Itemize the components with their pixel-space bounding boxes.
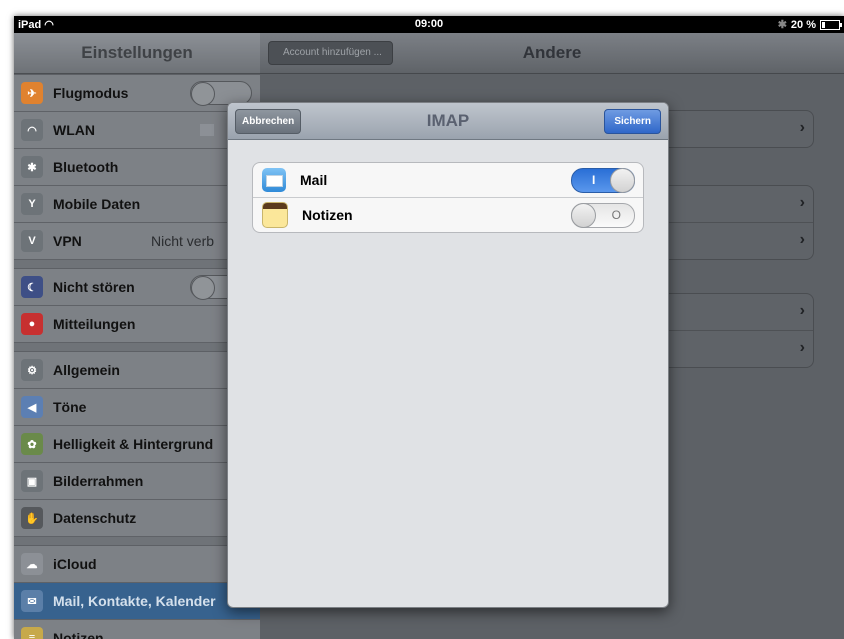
notes-sync-row: Notizen O bbox=[253, 197, 643, 232]
sidebar-item[interactable]: ✉ Mail, Kontakte, Kalender bbox=[14, 583, 260, 620]
sidebar-item-label: Allgemein bbox=[53, 362, 120, 378]
vpn-icon: V bbox=[21, 230, 43, 252]
sidebar-item[interactable]: ☾ Nicht stören bbox=[14, 269, 260, 306]
sidebar-item[interactable]: ▣ Bilderrahmen bbox=[14, 463, 260, 500]
sidebar-item-value: Nicht verb bbox=[151, 233, 215, 249]
sidebar-item[interactable]: V VPN Nicht verb bbox=[14, 223, 260, 260]
sidebar-item[interactable]: ◀ Töne bbox=[14, 389, 260, 426]
sidebar-item[interactable]: ◠ WLAN bbox=[14, 112, 260, 149]
sidebar-item[interactable]: ⚙ Allgemein bbox=[14, 352, 260, 389]
group-separator bbox=[14, 343, 260, 351]
group-separator bbox=[14, 537, 260, 545]
clock: 09:00 bbox=[414, 18, 444, 30]
gear-icon: ⚙ bbox=[21, 359, 43, 381]
mail-icon: ✉ bbox=[21, 590, 43, 612]
chevron-right-icon: › bbox=[799, 339, 805, 356]
mail-sync-row: Mail I bbox=[253, 163, 643, 197]
cloud-icon: ☁ bbox=[21, 553, 43, 575]
group-separator bbox=[14, 260, 260, 268]
hand-icon: ✋ bbox=[21, 507, 43, 529]
airplane-icon: ✈ bbox=[21, 82, 43, 104]
settings-group: ⚙ Allgemein ◀ Töne ✿ Helligkeit & Hintergrund… bbox=[14, 351, 260, 537]
settings-sidebar: Einstellungen ✈ Flugmodus ◠ WLAN ✱ Bluetooth Y… bbox=[14, 33, 260, 639]
modal-navbar: Abbrechen IMAP Sichern bbox=[228, 103, 668, 140]
chevron-right-icon: › bbox=[799, 302, 805, 319]
toggle-knob bbox=[571, 202, 596, 228]
sidebar-item[interactable]: ≡ Notizen bbox=[14, 620, 260, 639]
sidebar-item-label: Mail, Kontakte, Kalender bbox=[53, 593, 216, 609]
wifi-icon: ◠ bbox=[21, 119, 43, 141]
chevron-right-icon: › bbox=[799, 119, 805, 136]
notes-icon bbox=[262, 202, 288, 228]
toggle-on-mark: I bbox=[592, 172, 596, 187]
sidebar-item[interactable]: Y Mobile Daten bbox=[14, 186, 260, 223]
toggle-off-mark: O bbox=[611, 207, 621, 222]
settings-group: ☾ Nicht stören ● Mitteilungen bbox=[14, 268, 260, 343]
moon-icon: ☾ bbox=[21, 276, 43, 298]
sidebar-item[interactable]: ● Mitteilungen bbox=[14, 306, 260, 343]
sidebar-item-label: iCloud bbox=[53, 556, 97, 572]
bluetooth-icon: ✱ bbox=[21, 156, 43, 178]
antenna-icon: Y bbox=[21, 193, 43, 215]
sidebar-item[interactable]: ✈ Flugmodus bbox=[14, 75, 260, 112]
speaker-icon: ◀ bbox=[21, 396, 43, 418]
settings-group: ✈ Flugmodus ◠ WLAN ✱ Bluetooth Y Mobile Daten V V… bbox=[14, 74, 260, 260]
sidebar-item[interactable]: ✋ Datenschutz bbox=[14, 500, 260, 537]
sync-options-group: Mail I Notizen O bbox=[252, 162, 644, 233]
chevron-right-icon: › bbox=[799, 231, 805, 248]
mail-sync-label: Mail bbox=[300, 172, 328, 188]
sidebar-item-label: Töne bbox=[53, 399, 87, 415]
ipad-screen: iPad ◠ 09:00 ✱ 20 % Einstellungen ✈ Flugm… bbox=[14, 16, 844, 639]
notes-sync-toggle[interactable]: O bbox=[571, 202, 635, 228]
battery-icon bbox=[820, 19, 842, 30]
sidebar-title: Einstellungen bbox=[14, 33, 260, 74]
settings-list: ✈ Flugmodus ◠ WLAN ✱ Bluetooth Y Mobile Daten V V… bbox=[14, 74, 260, 639]
detail-navbar: Account hinzufügen ... Andere bbox=[260, 33, 844, 74]
notes-sync-label: Notizen bbox=[302, 207, 353, 223]
picture-frame-icon: ▣ bbox=[21, 470, 43, 492]
chevron-right-icon: › bbox=[799, 194, 805, 211]
bluetooth-icon: ✱ bbox=[777, 19, 787, 31]
notes-icon: ≡ bbox=[21, 627, 43, 639]
sidebar-item-label: Bluetooth bbox=[53, 159, 119, 175]
sidebar-item-label: VPN bbox=[53, 233, 82, 249]
detail-title: Andere bbox=[522, 43, 582, 62]
sidebar-item-label: Bilderrahmen bbox=[53, 473, 144, 489]
notification-icon: ● bbox=[21, 313, 43, 335]
sidebar-item[interactable]: ✿ Helligkeit & Hintergrund bbox=[14, 426, 260, 463]
modal-title: IMAP bbox=[426, 111, 470, 130]
flower-icon: ✿ bbox=[21, 433, 43, 455]
mail-sync-toggle[interactable]: I bbox=[571, 167, 635, 193]
sidebar-item-label: Notizen bbox=[53, 630, 104, 639]
sidebar-item-label: Nicht stören bbox=[53, 279, 135, 295]
sidebar-item-label: Mitteilungen bbox=[53, 316, 136, 332]
sidebar-item-label: WLAN bbox=[53, 122, 95, 138]
sidebar-item-label: Mobile Daten bbox=[53, 196, 141, 212]
sidebar-item[interactable]: ☁ iCloud bbox=[14, 546, 260, 583]
sidebar-item-label: Datenschutz bbox=[53, 510, 137, 526]
battery-percent: 20 % bbox=[790, 18, 816, 31]
mail-icon bbox=[262, 168, 286, 192]
imap-modal: Abbrechen IMAP Sichern Mail I Notizen O bbox=[227, 102, 669, 608]
wlan-value-obscured bbox=[200, 124, 214, 136]
toggle-knob bbox=[610, 167, 635, 193]
sidebar-item[interactable]: ✱ Bluetooth bbox=[14, 149, 260, 186]
status-bar: iPad ◠ 09:00 ✱ 20 % bbox=[14, 16, 844, 33]
settings-group: ☁ iCloud ✉ Mail, Kontakte, Kalender ≡ Notizen bbox=[14, 545, 260, 639]
sidebar-item-label: Flugmodus bbox=[53, 85, 129, 101]
save-button[interactable]: Sichern bbox=[604, 109, 661, 134]
sidebar-item-label: Helligkeit & Hintergrund bbox=[53, 436, 214, 452]
